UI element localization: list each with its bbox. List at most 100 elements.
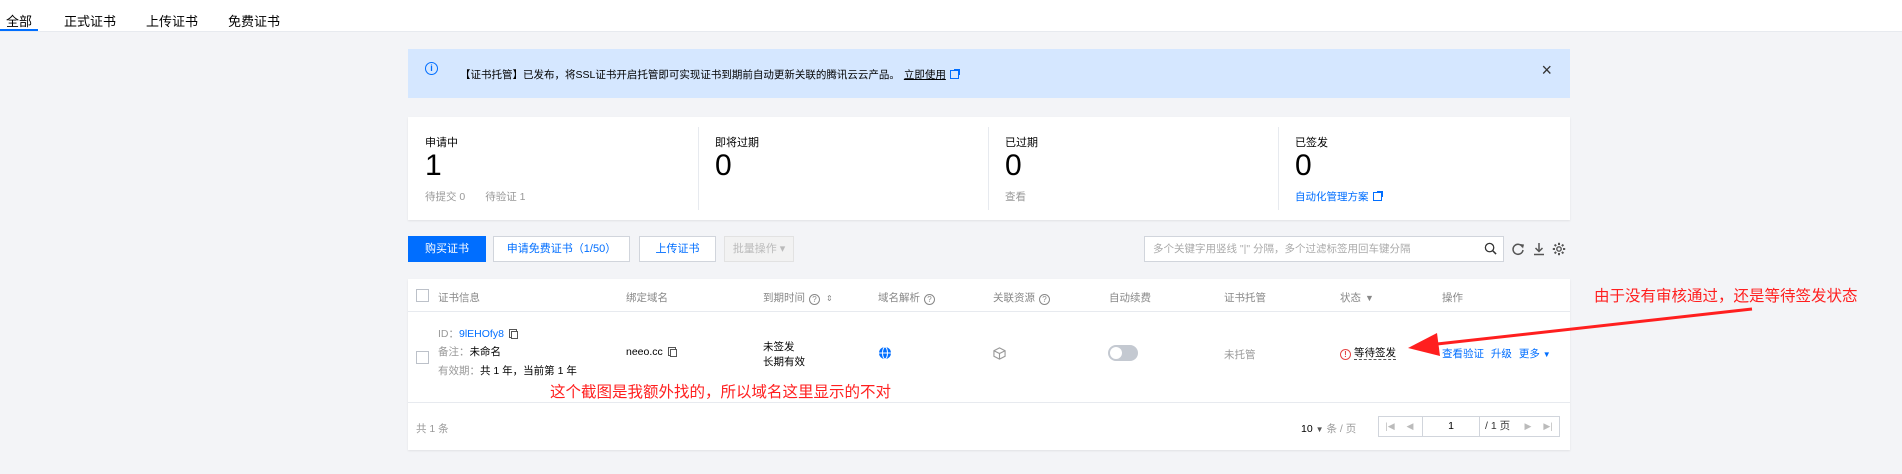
auto-renew-toggle[interactable] (1108, 345, 1138, 361)
status-badge: ! 等待签发 (1340, 345, 1396, 360)
col-domain: 绑定域名 (626, 292, 668, 304)
upgrade-link[interactable]: 升级 (1491, 348, 1512, 360)
external-link-icon (1372, 191, 1383, 201)
pending-submit-count[interactable]: 待提交 0 (425, 191, 465, 203)
batch-operation-dropdown[interactable]: 批量操作 ▾ (724, 236, 794, 262)
close-icon[interactable]: × (1541, 61, 1552, 79)
prev-page-icon[interactable]: ◀ (1399, 417, 1421, 436)
col-actions: 操作 (1442, 292, 1463, 304)
expiry-duration: 长期有效 (763, 356, 805, 368)
cert-note: 备注：未命名 (438, 344, 501, 359)
chevron-down-icon: ▼ (1315, 425, 1324, 434)
view-verification-link[interactable]: 查看验证 (1442, 348, 1484, 360)
globe-icon[interactable] (878, 346, 892, 360)
stat-label: 已过期 (1005, 137, 1038, 149)
sort-icon[interactable]: ⇕ (826, 294, 833, 303)
upload-certificate-button[interactable]: 上传证书 (639, 236, 716, 262)
more-label: 更多 (1518, 348, 1540, 360)
banner-text: 【证书托管】已发布，将SSL证书开启托管即可实现证书到期前自动更新关联的腾讯云云… (460, 67, 960, 82)
validity-label: 有效期： (438, 365, 480, 377)
banner-use-now-link[interactable]: 立即使用 (904, 69, 946, 81)
hosting-status: 未托管 (1224, 349, 1256, 361)
divider (698, 127, 699, 210)
cert-id: ID：9lEHOfy8 (438, 326, 518, 341)
page-input[interactable]: 1 (1422, 417, 1480, 436)
id-label: ID： (438, 328, 459, 340)
col-dns-label: 域名解析 (878, 292, 920, 304)
help-icon[interactable]: ? (809, 294, 820, 305)
col-cert-info: 证书信息 (438, 292, 480, 304)
stat-sub: 待提交 0 待验证 1 (425, 189, 526, 204)
total-count: 共 1 条 (416, 423, 449, 435)
filter-icon[interactable]: ▼ (1365, 293, 1374, 303)
certificate-toolbar: 购买证书 申请免费证书（1/50） 上传证书 批量操作 ▾ (408, 236, 1570, 262)
automation-plan-label: 自动化管理方案 (1295, 191, 1369, 203)
automation-plan-link[interactable]: 自动化管理方案 (1295, 189, 1383, 204)
buy-certificate-button[interactable]: 购买证书 (408, 236, 486, 262)
col-hosting: 证书托管 (1224, 292, 1266, 304)
download-icon[interactable] (1532, 242, 1546, 256)
page-size-select[interactable]: 10 ▼ 条 / 页 (1301, 421, 1356, 436)
view-expired-link[interactable]: 查看 (1005, 189, 1026, 204)
col-status[interactable]: 状态 ▼ (1340, 290, 1374, 305)
first-page-icon[interactable]: |◀ (1379, 417, 1401, 436)
tab-formal[interactable]: 正式证书 (64, 11, 116, 30)
pending-verify-count[interactable]: 待验证 1 (485, 191, 525, 203)
cert-validity: 有效期：共 1 年，当前第 1 年 (438, 363, 577, 378)
certificate-table: 证书信息 绑定域名 到期时间? ⇕ 域名解析? 关联资源? 自动续费 证书托管 状… (408, 279, 1570, 450)
banner-message: 【证书托管】已发布，将SSL证书开启托管即可实现证书到期前自动更新关联的腾讯云云… (460, 69, 900, 81)
table-header: 证书信息 绑定域名 到期时间? ⇕ 域名解析? 关联资源? 自动续费 证书托管 状… (408, 279, 1570, 312)
help-icon[interactable]: ? (1039, 294, 1050, 305)
next-page-icon[interactable]: ▶ (1517, 417, 1539, 436)
row-actions: 查看验证 升级 更多 ▼ (1442, 346, 1551, 361)
tab-all[interactable]: 全部 (6, 11, 32, 30)
certificate-tabs: 全部 正式证书 上传证书 免费证书 (0, 0, 1902, 32)
search-input[interactable] (1145, 237, 1465, 261)
external-link-icon (949, 69, 960, 79)
col-dns: 域名解析? (878, 290, 935, 305)
note-value: 未命名 (469, 346, 502, 358)
stat-issued: 已签发 0 自动化管理方案 (1278, 117, 1568, 220)
copy-icon[interactable] (508, 329, 518, 339)
cert-id-link[interactable]: 9lEHOfy8 (459, 328, 504, 340)
search-box (1144, 236, 1504, 262)
stat-label: 即将过期 (715, 137, 759, 149)
expiry-status: 未签发 (763, 341, 795, 353)
divider (988, 127, 989, 210)
help-icon[interactable]: ? (924, 294, 935, 305)
more-dropdown[interactable]: 更多 ▼ (1519, 348, 1551, 360)
tab-upload[interactable]: 上传证书 (146, 11, 198, 30)
info-icon: i (425, 62, 438, 75)
last-page-icon[interactable]: ▶| (1537, 417, 1559, 436)
stat-value: 0 (715, 149, 732, 182)
row-checkbox[interactable] (416, 351, 429, 364)
validity-value: 共 1 年，当前第 1 年 (480, 365, 577, 377)
col-expiry-label: 到期时间 (763, 292, 805, 304)
stat-expired: 已过期 0 查看 (988, 117, 1278, 220)
divider (1278, 127, 1279, 210)
stat-applying: 申请中 1 待提交 0 待验证 1 (408, 117, 698, 220)
copy-icon[interactable] (667, 347, 677, 357)
page-size-value: 10 (1301, 423, 1313, 435)
apply-free-certificate-button[interactable]: 申请免费证书（1/50） (493, 236, 630, 262)
col-expiry[interactable]: 到期时间? ⇕ (763, 290, 833, 305)
stat-value: 1 (425, 149, 442, 182)
stat-label: 已签发 (1295, 137, 1328, 149)
col-resources-label: 关联资源 (993, 292, 1035, 304)
refresh-icon[interactable] (1511, 242, 1525, 256)
hosting-notice-banner: i 【证书托管】已发布，将SSL证书开启托管即可实现证书到期前自动更新关联的腾讯… (408, 49, 1570, 98)
stat-value: 0 (1295, 149, 1312, 182)
page-size-unit: 条 / 页 (1326, 423, 1357, 435)
pagination: |◀ ◀ 1 / 1 页 ▶ ▶| (1378, 416, 1560, 437)
error-icon: ! (1340, 349, 1351, 360)
settings-gear-icon[interactable] (1552, 242, 1566, 256)
select-all-checkbox[interactable] (416, 289, 429, 302)
domain-value: neeo.cc (626, 346, 663, 358)
search-icon[interactable] (1484, 242, 1497, 255)
bound-domain: neeo.cc (626, 346, 677, 358)
cube-icon (993, 347, 1006, 360)
active-tab-indicator (0, 29, 38, 31)
table-footer: 共 1 条 10 ▼ 条 / 页 |◀ ◀ 1 / 1 页 ▶ ▶| (408, 403, 1570, 450)
status-text[interactable]: 等待签发 (1354, 347, 1396, 360)
tab-free[interactable]: 免费证书 (228, 11, 280, 30)
